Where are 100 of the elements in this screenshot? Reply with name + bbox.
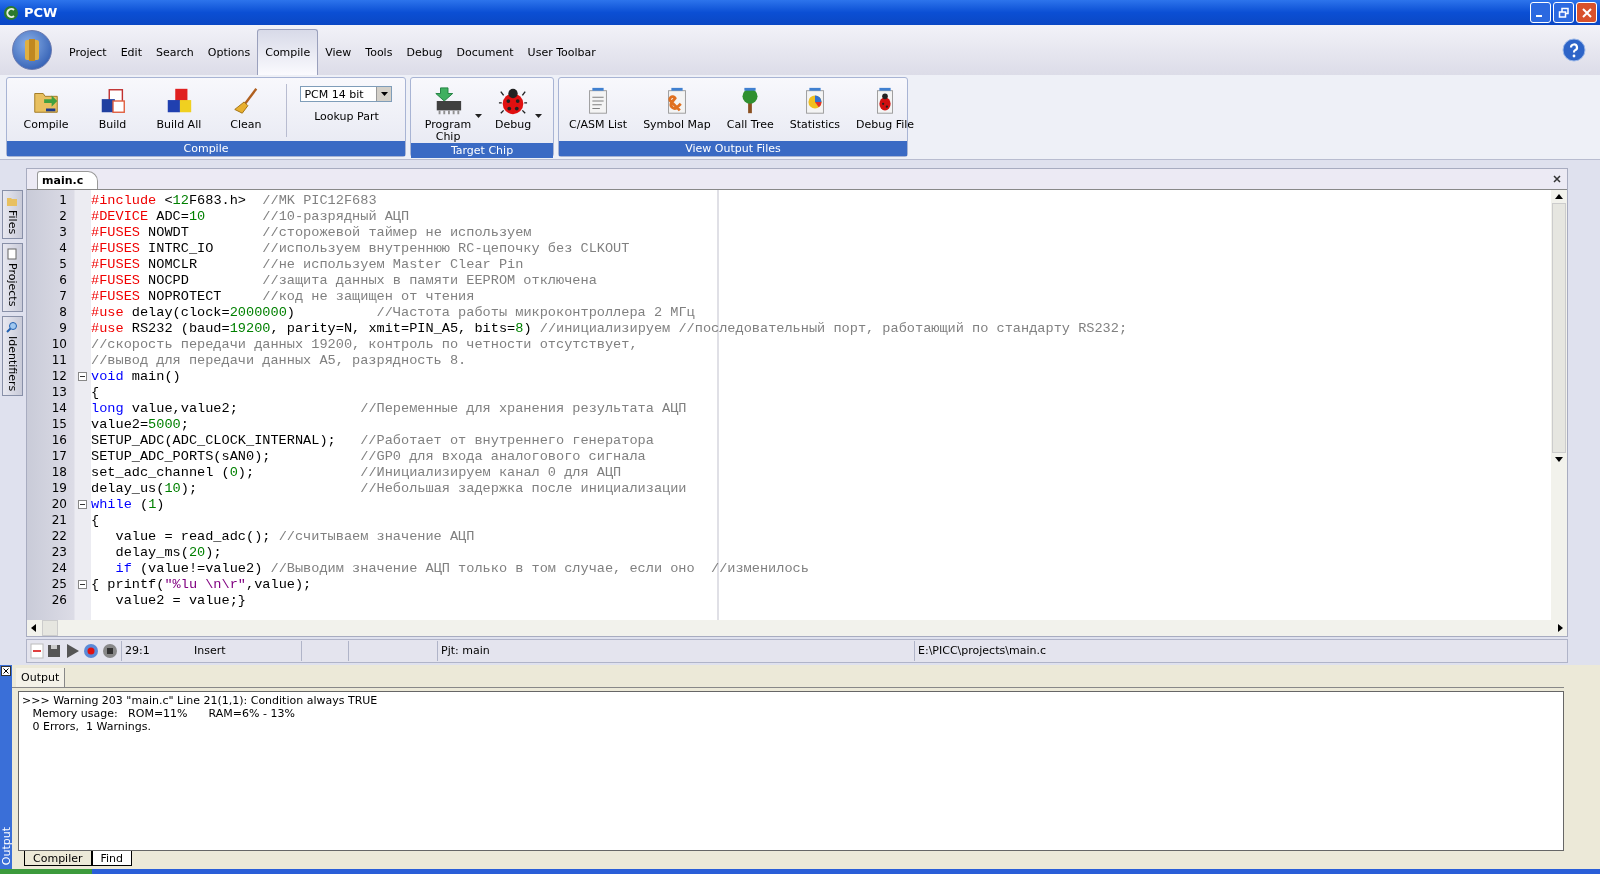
ribbon-button[interactable]: Statistics	[785, 80, 853, 141]
scroll-down-icon[interactable]	[1555, 457, 1563, 462]
ribbon-button[interactable]: Program Chip	[420, 80, 484, 143]
lookup-part-button[interactable]: Lookup Part	[314, 110, 379, 123]
help-icon[interactable]	[1562, 38, 1586, 62]
menu-tab[interactable]: Project	[62, 29, 114, 75]
horizontal-scrollbar[interactable]	[27, 620, 1567, 636]
group-title: View Output Files	[559, 141, 907, 156]
menu-tab[interactable]: Document	[449, 29, 521, 75]
code-line: #DEVICE ADC=10 //10-разрядный АЦП	[91, 208, 410, 224]
menu-tab[interactable]: User Toolbar	[520, 29, 603, 75]
code-line: {	[91, 384, 100, 400]
line-number: 11	[50, 353, 68, 367]
code-line: value = read_adc(); //считываем значение АЦП	[114, 528, 475, 544]
minimize-icon	[1536, 14, 1542, 17]
line-number: 1	[58, 193, 68, 207]
code-line: delay_ms(20);	[114, 544, 222, 560]
code-line: #FUSES NOWDT //сторожевой таймер не используем	[91, 224, 532, 240]
line-number: 15	[50, 417, 68, 431]
line-number: 13	[50, 385, 68, 399]
menu-tab[interactable]: Tools	[358, 29, 400, 75]
scroll-up-icon[interactable]	[1555, 194, 1563, 199]
code-line: delay_us(10); //Небольшая задержка после инициализации	[91, 480, 687, 496]
code-line: #FUSES INTRC_IO //используем внутреннюю RC-цепочку без CLKOUT	[91, 240, 630, 256]
code-line: //вывод для передачи данных A5, разрядность 8.	[91, 352, 467, 368]
line-number: 14	[50, 401, 68, 415]
scroll-left-icon[interactable]	[31, 624, 36, 632]
menu-tab[interactable]: View	[318, 29, 359, 75]
menu-tab[interactable]: Edit	[113, 29, 149, 75]
menu-tab[interactable]: Compile	[257, 29, 319, 75]
line-number: 7	[58, 289, 68, 303]
line-number: 16	[50, 433, 68, 447]
cursor-position: 29:1	[121, 641, 191, 661]
line-number: 26	[50, 593, 68, 607]
app-menu-button[interactable]	[12, 30, 52, 70]
clipboard-icon	[6, 248, 18, 261]
start-button[interactable]	[0, 869, 92, 874]
group-title: Compile	[7, 141, 405, 156]
record-icon[interactable]	[83, 643, 99, 659]
edit-mode: Insert	[194, 643, 227, 659]
ribbon-button[interactable]: Debug File	[852, 80, 927, 141]
scroll-thumb[interactable]	[1552, 203, 1566, 453]
menu-tab[interactable]: Options	[200, 29, 258, 75]
chip-select[interactable]: PCM 14 bit	[300, 86, 393, 102]
file-path: E:\PICC\projects\main.c	[914, 641, 1564, 661]
line-number: 8	[58, 305, 68, 319]
project-name: Pjt: main	[437, 641, 911, 661]
line-number: 19	[50, 481, 68, 495]
collapse-icon[interactable]	[78, 371, 87, 381]
side-tab[interactable]: Files	[1, 190, 23, 240]
close-icon	[1580, 6, 1593, 19]
magnifier-icon	[6, 320, 18, 333]
line-number: 10	[50, 337, 68, 351]
file-tab[interactable]: main.c	[37, 171, 99, 189]
line-number: 9	[58, 321, 68, 335]
close-icon[interactable]	[1553, 175, 1561, 183]
ribbon-button[interactable]: Symbol Map	[639, 80, 723, 141]
ribbon-button[interactable]: Build All	[152, 80, 214, 141]
minimize-button[interactable]	[1530, 2, 1551, 23]
ribbon-button[interactable]: Clean	[226, 80, 274, 141]
app-icon	[3, 4, 19, 21]
line-number: 3	[58, 225, 68, 239]
output-tab[interactable]: Output	[16, 668, 66, 687]
code-line: while (1)	[91, 496, 165, 512]
stop-icon[interactable]	[102, 643, 118, 659]
ribbon-button[interactable]: Call Tree	[722, 80, 786, 141]
menu-tab[interactable]: Search	[148, 29, 201, 75]
code-line: //скорость передачи данных 19200, контроль по четности отсутствует,	[91, 336, 638, 352]
collapse-icon[interactable]	[78, 499, 87, 509]
restore-button[interactable]	[1553, 2, 1574, 23]
window-title: PCW	[24, 5, 59, 20]
close-icon[interactable]	[1, 666, 11, 676]
play-icon[interactable]	[64, 643, 80, 659]
ladybug-icon	[498, 86, 529, 116]
side-tab[interactable]: Identifiers	[1, 315, 23, 396]
dropdown-arrow-icon	[380, 92, 388, 96]
line-number: 5	[58, 257, 68, 271]
code-line: if (value!=value2) //Выводим значение АЦП только в том случае, если оно //изменилось	[114, 560, 809, 576]
output-tab[interactable]: Compiler	[24, 851, 92, 866]
menu-tab[interactable]: Debug	[399, 29, 450, 75]
scroll-right-icon[interactable]	[1558, 624, 1563, 632]
vertical-scrollbar[interactable]	[1551, 190, 1567, 620]
collapse-icon[interactable]	[78, 579, 87, 589]
ribbon-button[interactable]: C/ASM List	[565, 80, 640, 141]
line-number: 24	[50, 561, 68, 575]
scroll-thumb[interactable]	[42, 620, 58, 636]
save-icon[interactable]	[47, 643, 61, 659]
panel-label: Output	[0, 826, 13, 867]
side-tab[interactable]: Projects	[1, 243, 23, 312]
bookmark-icon[interactable]	[30, 643, 44, 659]
group-title: Target Chip	[411, 143, 553, 158]
line-number: 12	[50, 369, 68, 383]
close-button[interactable]	[1576, 2, 1597, 23]
ribbon-button[interactable]: Compile	[19, 80, 81, 141]
code-line: value2 = value;}	[114, 592, 246, 608]
output-tab[interactable]: Find	[91, 851, 133, 866]
ribbon-button[interactable]: Build	[93, 80, 140, 141]
ribbon-button[interactable]: Debug	[490, 80, 544, 143]
code-line: #FUSES NOMCLR //не используем Master Clear Pin	[91, 256, 524, 272]
code-line: #FUSES NOCPD //защита данных в памяти EEPROM отключена	[91, 272, 597, 288]
